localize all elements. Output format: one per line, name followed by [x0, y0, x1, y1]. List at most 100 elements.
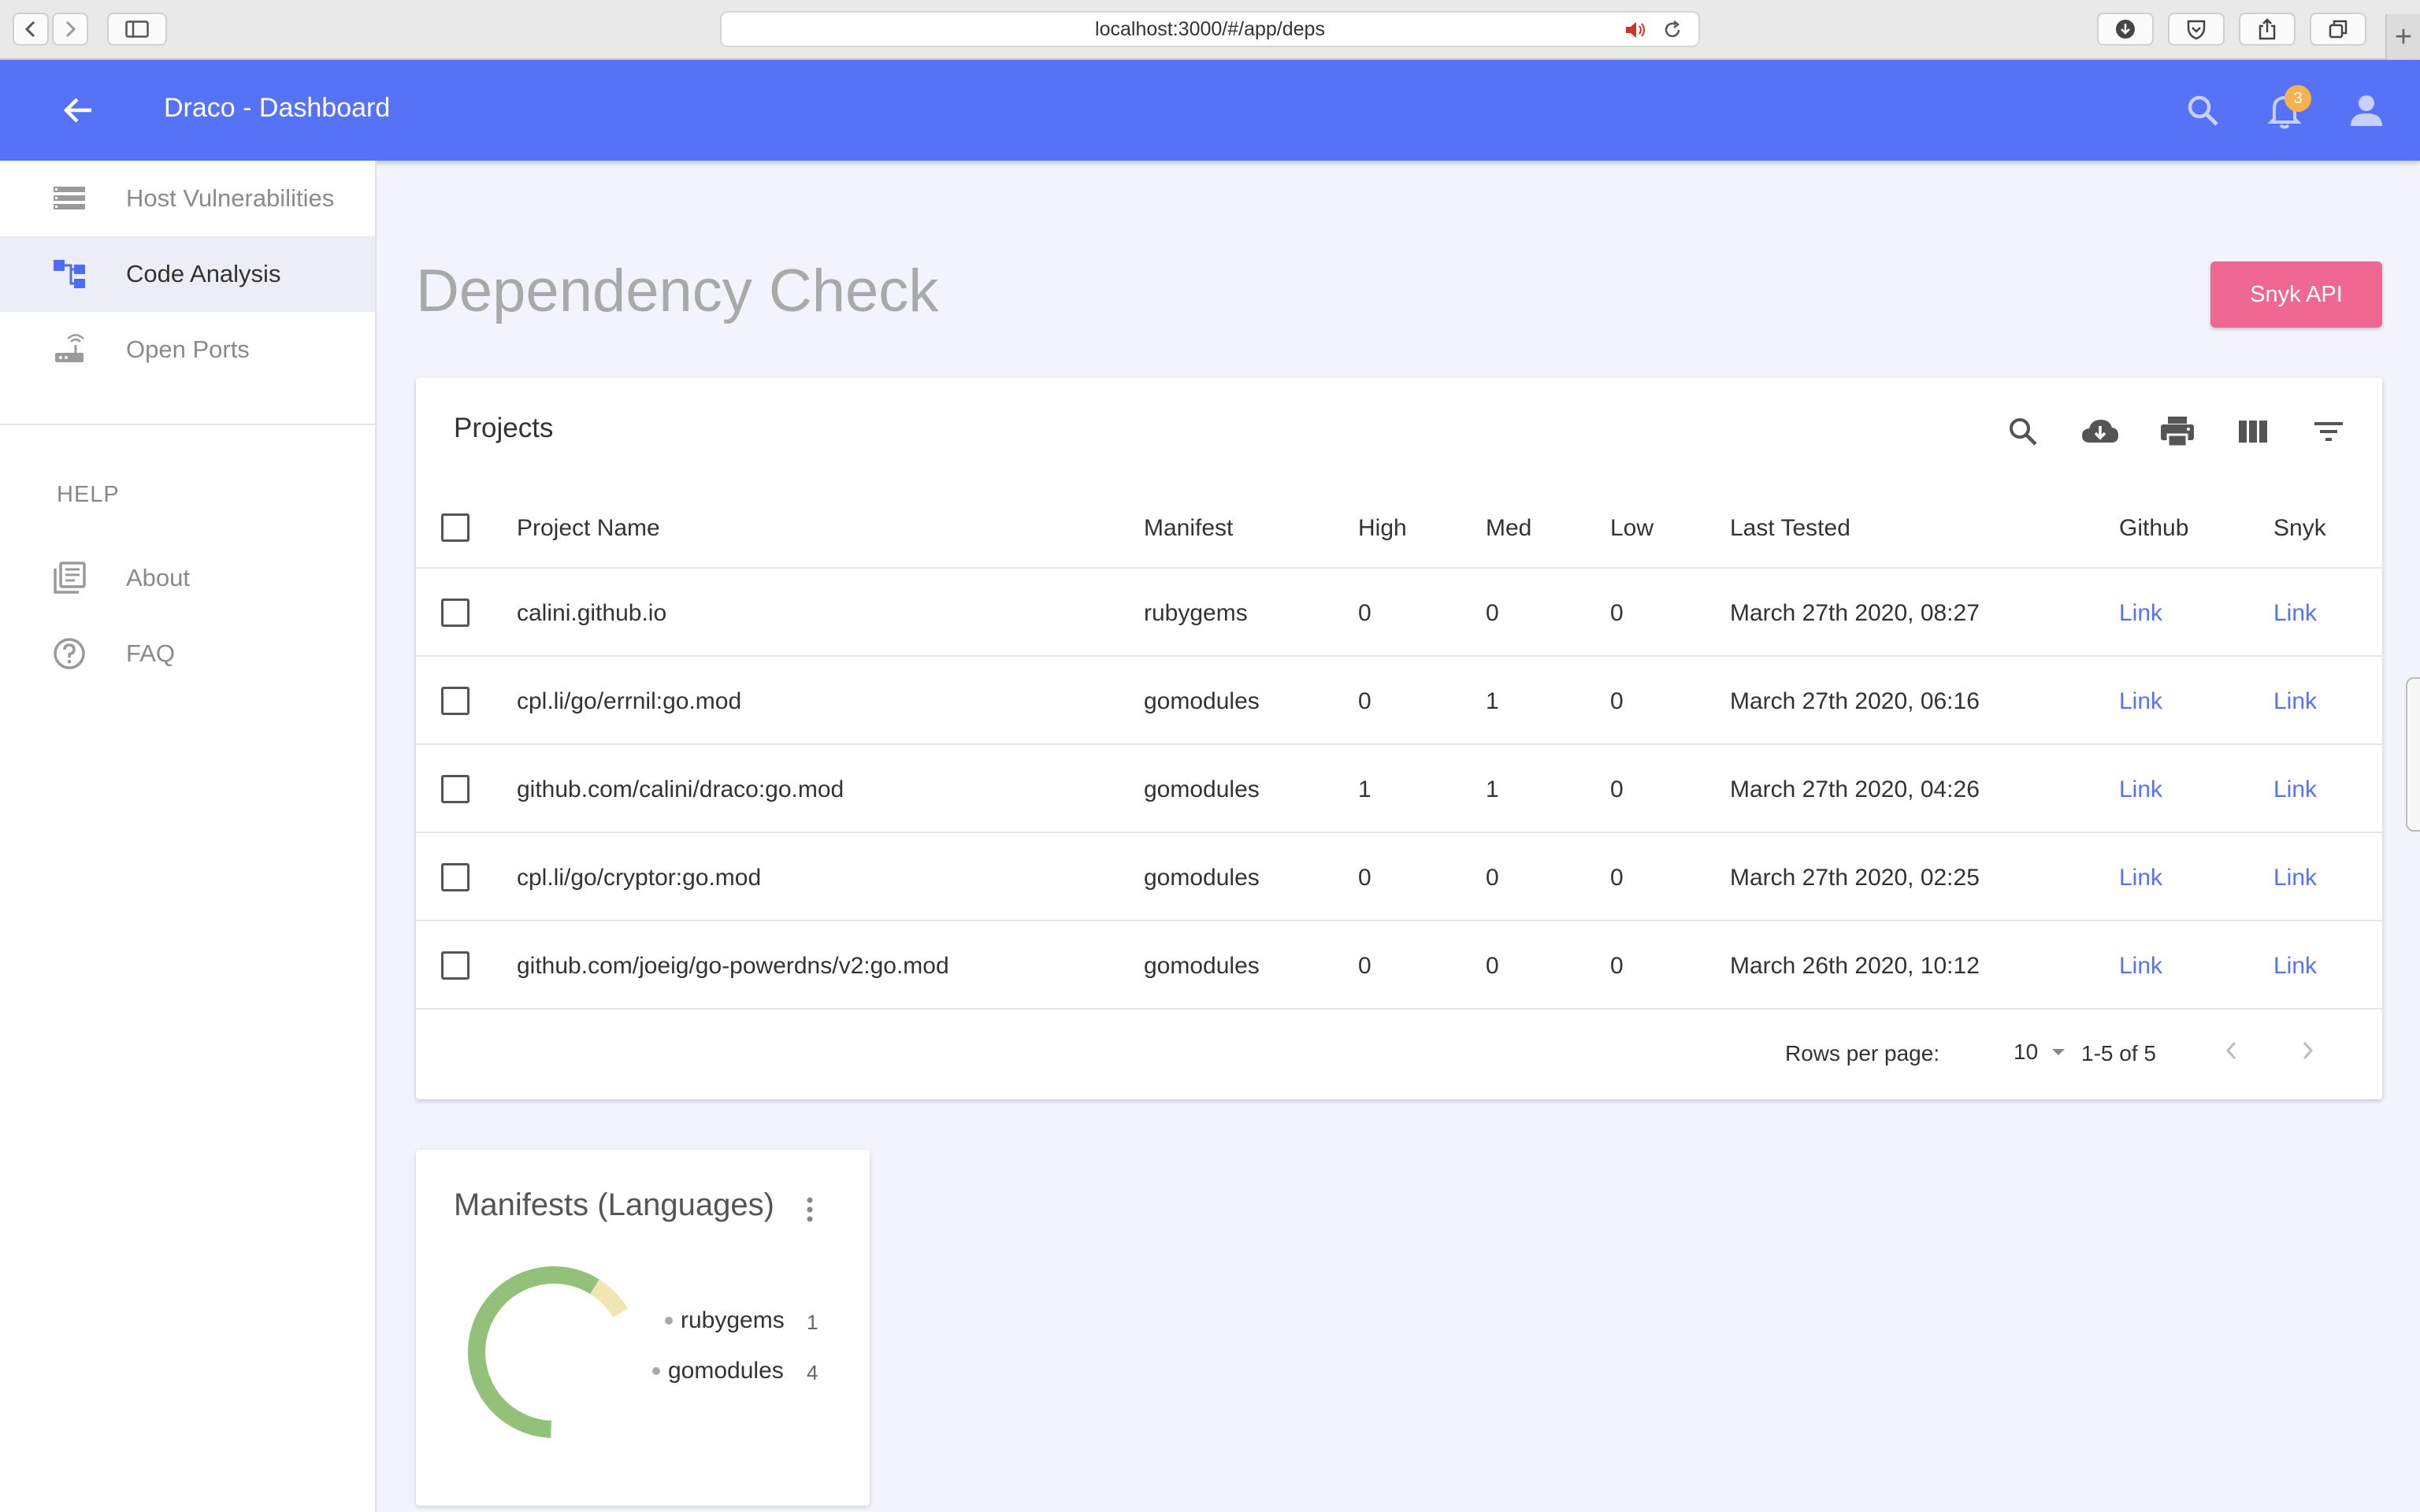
- manifest-cell: gomodules: [1144, 688, 1260, 714]
- print-button[interactable]: [2155, 410, 2199, 454]
- view-columns-button[interactable]: [2231, 410, 2275, 454]
- legend-label: gomodules: [668, 1358, 784, 1384]
- donut-slice-rubygems[interactable]: [589, 1279, 628, 1318]
- download-button[interactable]: [2078, 410, 2122, 454]
- snyk-api-button[interactable]: Snyk API: [2210, 261, 2382, 328]
- snyk-link[interactable]: Link: [2273, 776, 2317, 803]
- column-header-github[interactable]: Github: [2119, 515, 2188, 542]
- low-cell: 0: [1610, 688, 1624, 714]
- rows-per-page-label: Rows per page:: [1785, 1041, 1940, 1065]
- reload-icon[interactable]: [1662, 20, 1683, 40]
- github-link[interactable]: Link: [2119, 776, 2162, 803]
- sidebar-item-faq[interactable]: FAQ: [0, 616, 375, 691]
- project-name-cell: github.com/calini/draco:go.mod: [517, 776, 844, 802]
- notification-badge: 3: [2285, 85, 2311, 112]
- next-page-button[interactable]: [2292, 1033, 2324, 1068]
- arrow-left-icon: [63, 98, 91, 123]
- browser-forward-button[interactable]: [52, 13, 88, 46]
- account-button[interactable]: [2344, 88, 2388, 132]
- column-header-manifest[interactable]: Manifest: [1144, 515, 1233, 542]
- sidebar-item-code-analysis[interactable]: Code Analysis: [0, 236, 375, 312]
- med-cell: 1: [1486, 776, 1499, 802]
- browser-back-button[interactable]: [13, 13, 49, 46]
- tabs-button[interactable]: [2310, 13, 2366, 46]
- project-name-cell: cpl.li/go/cryptor:go.mod: [517, 865, 762, 891]
- filter-button[interactable]: [2307, 410, 2351, 454]
- previous-page-button[interactable]: [2215, 1033, 2247, 1068]
- last-tested-cell: March 26th 2020, 10:12: [1730, 953, 1980, 979]
- select-all-checkbox[interactable]: [441, 513, 470, 542]
- projects-title: Projects: [454, 413, 554, 443]
- row-checkbox[interactable]: [441, 687, 470, 715]
- snyk-link[interactable]: Link: [2273, 600, 2317, 627]
- github-link[interactable]: Link: [2119, 600, 2162, 627]
- row-checkbox[interactable]: [441, 598, 470, 627]
- snyk-link[interactable]: Link: [2273, 953, 2317, 980]
- download-circle-icon: [2116, 20, 2135, 39]
- row-checkbox[interactable]: [441, 863, 470, 891]
- chevron-left-icon: [2225, 1041, 2236, 1060]
- filter-list-icon: [2314, 422, 2343, 441]
- column-header-project-name[interactable]: Project Name: [517, 515, 660, 542]
- browser-toolbar: localhost:3000/#/app/deps +: [0, 0, 2420, 60]
- table-row[interactable]: github.com/joeig/go-powerdns/v2:go.mod g…: [416, 921, 2382, 1010]
- column-header-high[interactable]: High: [1358, 515, 1407, 542]
- table-row[interactable]: github.com/calini/draco:go.mod gomodules…: [416, 745, 2382, 833]
- rows-per-page-select[interactable]: 10: [2014, 1040, 2066, 1065]
- hierarchy-icon: [52, 257, 87, 291]
- last-tested-cell: March 27th 2020, 08:27: [1730, 600, 1980, 626]
- pocket-button[interactable]: [2168, 13, 2225, 46]
- legend-item-rubygems[interactable]: rubygems: [665, 1307, 785, 1334]
- high-cell: 0: [1358, 688, 1371, 714]
- app-title: Draco - Dashboard: [164, 93, 391, 123]
- page-scroll-handle[interactable]: [2406, 677, 2420, 832]
- downloads-button[interactable]: [2097, 13, 2154, 46]
- share-button[interactable]: [2239, 13, 2296, 46]
- sidebar-divider: [0, 424, 375, 425]
- legend-label: rubygems: [681, 1307, 785, 1333]
- column-header-snyk[interactable]: Snyk: [2273, 515, 2326, 542]
- legend-dot: [652, 1367, 660, 1375]
- search-icon: [2188, 95, 2218, 126]
- new-tab-button[interactable]: +: [2385, 14, 2420, 60]
- person-icon: [2351, 95, 2382, 126]
- notifications-button[interactable]: 3: [2262, 85, 2311, 132]
- sidebar-item-open-ports[interactable]: Open Ports: [0, 312, 375, 387]
- manifest-cell: rubygems: [1144, 600, 1248, 626]
- address-bar[interactable]: localhost:3000/#/app/deps: [720, 11, 1700, 47]
- github-link[interactable]: Link: [2119, 865, 2162, 891]
- table-row[interactable]: cpl.li/go/errnil:go.mod gomodules 0 1 0 …: [416, 657, 2382, 745]
- last-tested-cell: March 27th 2020, 06:16: [1730, 688, 1980, 714]
- sidebar-toggle-button[interactable]: [107, 13, 167, 46]
- sidebar-item-host-vulnerabilities[interactable]: Host Vulnerabilities: [0, 161, 375, 236]
- column-header-last-tested[interactable]: Last Tested: [1730, 515, 1850, 542]
- github-link[interactable]: Link: [2119, 953, 2162, 980]
- table-row[interactable]: calini.github.io rubygems 0 0 0 March 27…: [416, 569, 2382, 657]
- manifest-cell: gomodules: [1144, 865, 1260, 891]
- column-header-low[interactable]: Low: [1610, 515, 1654, 542]
- back-button[interactable]: [60, 91, 98, 129]
- more-options-button[interactable]: [802, 1194, 818, 1225]
- snyk-link[interactable]: Link: [2273, 688, 2317, 715]
- page-title: Dependency Check: [416, 258, 939, 324]
- row-checkbox[interactable]: [441, 775, 470, 803]
- table-row[interactable]: cpl.li/go/cryptor:go.mod gomodules 0 0 0…: [416, 833, 2382, 921]
- cloud-download-icon: [2082, 420, 2118, 443]
- table-search-button[interactable]: [2001, 410, 2045, 454]
- snyk-link[interactable]: Link: [2273, 865, 2317, 891]
- med-cell: 0: [1486, 600, 1499, 626]
- last-tested-cell: March 27th 2020, 04:26: [1730, 776, 1980, 802]
- table-header-row: Project Name Manifest High Med Low Last …: [416, 488, 2382, 569]
- high-cell: 1: [1358, 776, 1371, 802]
- search-button[interactable]: [2181, 88, 2225, 132]
- router-icon: [52, 332, 87, 367]
- legend-item-gomodules[interactable]: gomodules: [652, 1358, 784, 1384]
- github-link[interactable]: Link: [2119, 688, 2162, 715]
- med-cell: 1: [1486, 688, 1499, 714]
- sidebar-item-about[interactable]: About: [0, 540, 375, 616]
- project-name-cell: cpl.li/go/errnil:go.mod: [517, 688, 742, 714]
- speaker-icon[interactable]: [1624, 20, 1648, 40]
- column-header-med[interactable]: Med: [1486, 515, 1531, 542]
- row-checkbox[interactable]: [441, 951, 470, 980]
- donut-slice-gomodules[interactable]: [468, 1266, 599, 1438]
